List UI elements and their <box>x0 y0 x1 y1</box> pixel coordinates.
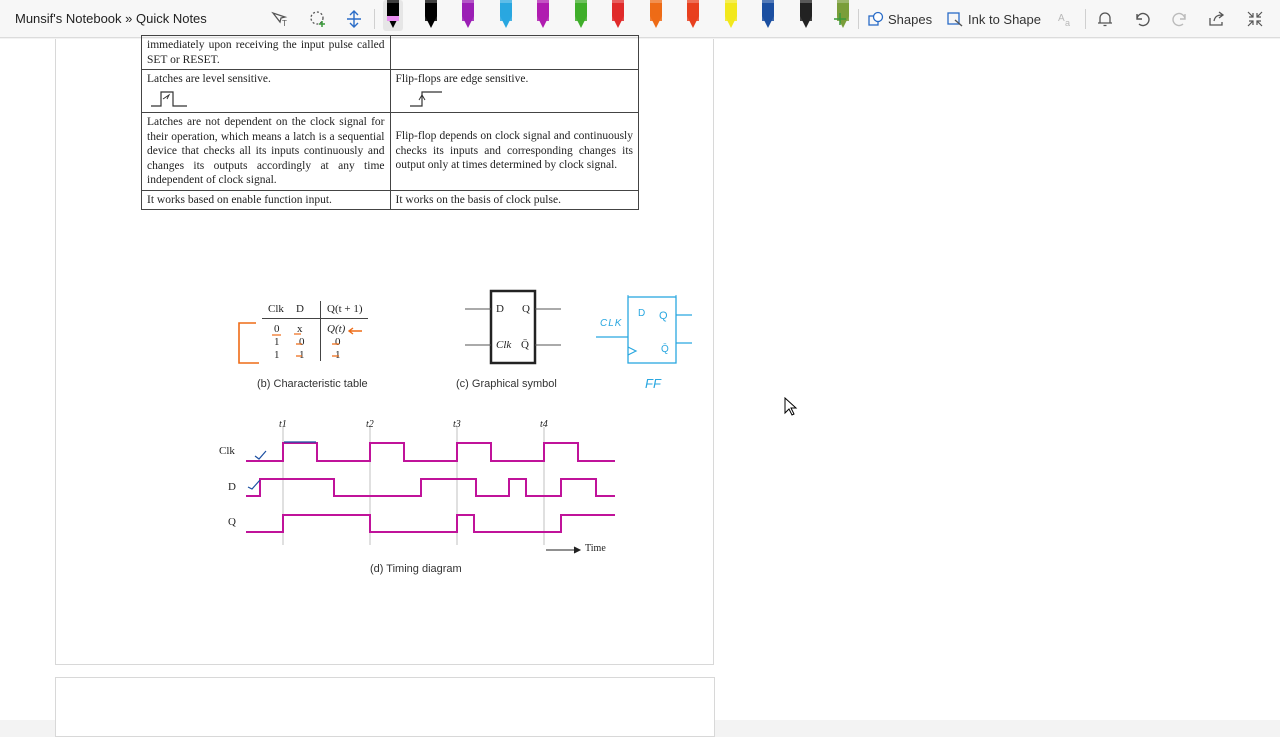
pen-4[interactable] <box>494 0 518 32</box>
handwritten-d: D <box>638 308 646 319</box>
handwritten-clk: CLK <box>600 318 623 329</box>
svg-text:a: a <box>1065 18 1070 28</box>
shapes-button[interactable]: Shapes <box>868 9 932 29</box>
d-waveform <box>246 478 615 497</box>
toolbar-separator <box>1085 9 1086 29</box>
timing-label-clk: Clk <box>219 445 235 457</box>
flipflop-symbol <box>465 289 561 365</box>
handwritten-q: Q <box>659 310 668 322</box>
pen-5[interactable] <box>531 0 555 32</box>
pen-icon <box>574 0 587 28</box>
table-cell: immediately upon receiving the input pul… <box>141 35 391 70</box>
table-cell: It works on the basis of clock pulse. <box>389 189 639 210</box>
pen-9[interactable] <box>681 0 705 32</box>
latch-vs-flipflop-table: immediately upon receiving the input pul… <box>141 35 639 210</box>
orange-ink-annotations <box>238 322 362 364</box>
timing-time-label: Time <box>585 543 606 554</box>
shapes-label: Shapes <box>888 11 933 27</box>
table-row: Latches are not dependent on the clock s… <box>141 112 639 191</box>
bell-icon[interactable] <box>1093 7 1117 31</box>
collapse-fullscreen-icon[interactable] <box>1243 7 1267 31</box>
symbol-d-label: D <box>496 303 504 315</box>
edge-trigger-icon <box>409 90 442 107</box>
table-cell-text: Flip-flops are edge sensitive. <box>395 73 529 85</box>
table-cell: Latches are not dependent on the clock s… <box>141 112 391 191</box>
next-note-page <box>55 677 715 737</box>
pen-icon <box>462 0 474 28</box>
pen-icon <box>424 0 437 28</box>
toolbar-separator <box>858 9 859 29</box>
note-canvas[interactable]: immediately upon receiving the input pul… <box>0 35 1280 737</box>
lasso-select-icon[interactable]: T <box>268 7 292 31</box>
table-cell: Latches are level sensitive. <box>141 69 391 113</box>
table-cell: It works based on enable function input. <box>141 189 391 210</box>
redo-icon[interactable] <box>1168 7 1192 31</box>
handwritten-qbar: Q̄ <box>661 344 669 355</box>
char-table-header-q: Q(t + 1) <box>327 303 363 315</box>
char-table-caption: (b) Characteristic table <box>257 378 368 390</box>
timing-marker-t1: t1 <box>279 419 287 430</box>
timing-label-q: Q <box>228 516 236 528</box>
add-pen-icon[interactable] <box>828 7 852 31</box>
toolbar-separator <box>374 9 375 29</box>
handwritten-ff: FF <box>645 376 661 391</box>
table-row: immediately upon receiving the input pul… <box>141 35 639 70</box>
timing-caption: (d) Timing diagram <box>370 563 462 575</box>
ribbon-toolbar: Munsif's Notebook » Quick Notes T Shapes… <box>0 0 1280 38</box>
pen-icon <box>762 0 774 28</box>
q-waveform <box>246 514 615 533</box>
ink-to-shape-icon <box>947 12 963 27</box>
add-space-icon[interactable] <box>342 7 366 31</box>
timing-marker-t4: t4 <box>540 419 548 430</box>
pen-12[interactable] <box>794 0 818 32</box>
symbol-caption: (c) Graphical symbol <box>456 378 557 390</box>
level-trigger-icon <box>151 90 187 107</box>
lasso-add-icon[interactable] <box>306 7 330 31</box>
table-row: Latches are level sensitive. Flip-flops … <box>141 69 639 113</box>
pen-icon <box>649 0 662 28</box>
pen-1[interactable] <box>381 0 405 32</box>
clk-waveform <box>246 442 615 462</box>
symbol-qbar-label: Q̄ <box>521 339 529 351</box>
pen-icon <box>612 0 624 28</box>
symbol-q-label: Q <box>522 303 530 315</box>
ink-to-shape-button[interactable]: Ink to Shape <box>947 9 1041 29</box>
table-cell: Flip-flop depends on clock signal and co… <box>389 112 639 191</box>
ink-to-shape-label: Ink to Shape <box>968 11 1041 27</box>
table-row: It works based on enable function input.… <box>141 189 639 210</box>
svg-text:T: T <box>282 19 287 28</box>
pen-icon <box>799 0 812 28</box>
pen-icon <box>499 0 512 28</box>
table-cell: Flip-flops are edge sensitive. <box>389 69 639 113</box>
shapes-icon <box>868 11 884 26</box>
pen-7[interactable] <box>606 0 630 32</box>
mouse-cursor-icon <box>784 397 798 416</box>
timing-label-d: D <box>228 481 236 493</box>
pen-icon <box>724 0 737 28</box>
breadcrumb[interactable]: Munsif's Notebook » Quick Notes <box>15 11 207 26</box>
timing-marker-t3: t3 <box>453 419 461 430</box>
pen-icon <box>537 0 549 28</box>
pen-3[interactable] <box>456 0 480 32</box>
table-cell <box>389 35 639 70</box>
ink-to-text-icon[interactable]: Aa <box>1054 7 1078 31</box>
pen-8[interactable] <box>644 0 668 32</box>
pen-11[interactable] <box>756 0 780 32</box>
pen-10[interactable] <box>719 0 743 32</box>
pen-icon <box>383 0 403 31</box>
pen-6[interactable] <box>569 0 593 32</box>
undo-icon[interactable] <box>1130 7 1154 31</box>
char-table-header-clk: Clk <box>268 303 284 315</box>
svg-text:A: A <box>1058 13 1065 24</box>
timing-marker-t2: t2 <box>366 419 374 430</box>
pen-icon <box>687 0 699 28</box>
char-table-header-d: D <box>296 303 304 315</box>
pen-2[interactable] <box>419 0 443 32</box>
table-cell-text: Latches are level sensitive. <box>147 73 271 85</box>
timing-diagram <box>246 427 615 554</box>
share-icon[interactable] <box>1205 7 1229 31</box>
note-page: immediately upon receiving the input pul… <box>55 35 714 665</box>
symbol-clk-label: Clk <box>496 339 512 351</box>
